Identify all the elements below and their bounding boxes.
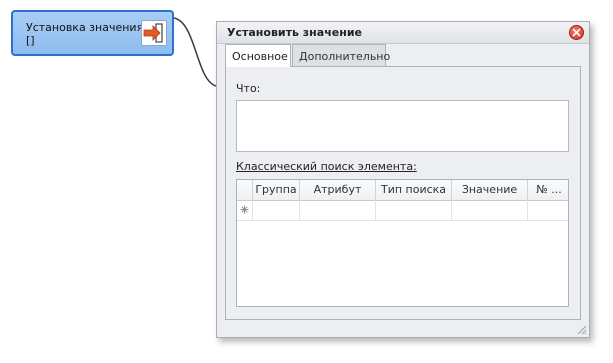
grid-header: Группа Атрибут Тип поиска Значение № ... (237, 180, 568, 201)
tab-additional[interactable]: Дополнительно (292, 44, 390, 66)
cell-group[interactable] (253, 200, 300, 220)
set-value-dialog: Установить значение Основное Дополнитель… (216, 21, 590, 338)
grid-row-indicator-header (237, 180, 253, 200)
column-header-value[interactable]: Значение (452, 180, 528, 200)
dialog-title: Установить значение (227, 26, 362, 39)
cell-value[interactable] (452, 200, 528, 220)
cell-search-type[interactable] (376, 200, 452, 220)
dialog-titlebar[interactable]: Установить значение (217, 22, 589, 44)
classic-search-label: Классический поиск элемента: (236, 160, 417, 173)
column-header-attribute[interactable]: Атрибут (300, 180, 376, 200)
column-header-number[interactable]: № ... (528, 180, 568, 200)
what-input[interactable] (236, 100, 569, 152)
column-header-search-type[interactable]: Тип поиска (376, 180, 452, 200)
new-row-asterisk-icon (240, 205, 249, 214)
node-label: Установка значения (26, 21, 144, 34)
tab-panel-main: Что: Классический поиск элемента: Группа… (225, 66, 581, 320)
new-row[interactable] (237, 200, 568, 221)
cell-number[interactable] (528, 200, 568, 220)
cell-attribute[interactable] (300, 200, 376, 220)
row-indicator (237, 200, 253, 220)
set-value-icon (141, 20, 167, 46)
tab-main[interactable]: Основное (225, 44, 291, 67)
what-label: Что: (236, 82, 261, 95)
workflow-node-set-value[interactable]: Установка значения [] (11, 10, 174, 56)
search-criteria-grid[interactable]: Группа Атрибут Тип поиска Значение № ... (236, 179, 569, 307)
close-icon[interactable] (569, 25, 584, 40)
node-value: [] (26, 34, 35, 47)
column-header-group[interactable]: Группа (253, 180, 300, 200)
resize-grip-icon[interactable] (576, 324, 587, 335)
